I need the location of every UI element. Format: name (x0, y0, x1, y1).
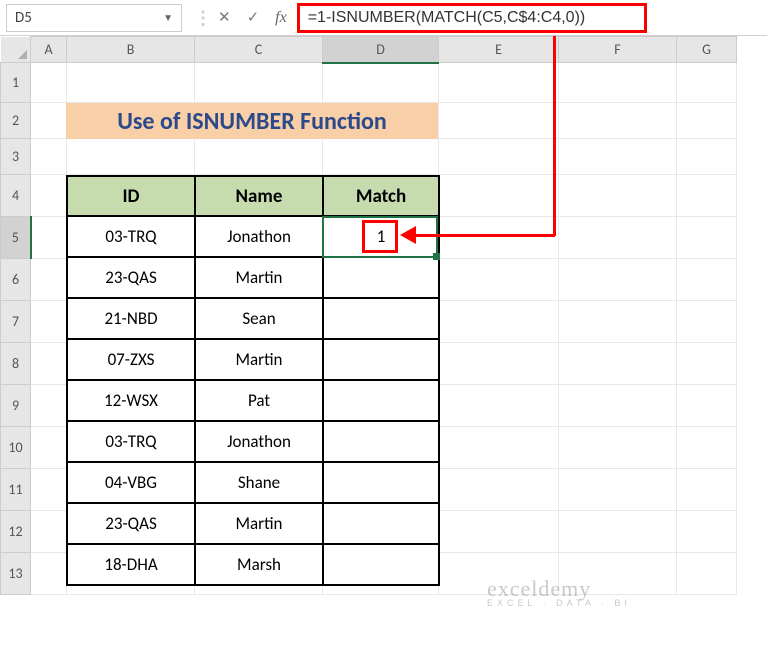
row-header-13[interactable]: 13 (1, 553, 31, 595)
row-header-7[interactable]: 7 (1, 301, 31, 343)
select-all-corner[interactable] (1, 37, 31, 63)
table-row: 03-TRQJonathon1 (67, 216, 439, 257)
watermark-sub: EXCEL · DATA · BI (487, 598, 631, 608)
table-row: 21-NBDSean (67, 298, 439, 339)
separator-icon: ⋮ (194, 7, 212, 29)
col-header-G[interactable]: G (677, 37, 737, 63)
col-header-F[interactable]: F (559, 37, 677, 63)
arrow-left-icon (400, 226, 416, 244)
row-header-8[interactable]: 8 (1, 343, 31, 385)
enter-icon[interactable]: ✓ (247, 8, 260, 27)
table-row: 23-QASMartin (67, 257, 439, 298)
row-header-3[interactable]: 3 (1, 139, 31, 175)
col-header-B[interactable]: B (67, 37, 195, 63)
table-row: 04-VBGShane (67, 462, 439, 503)
table-row: 18-DHAMarsh (67, 544, 439, 585)
table-row: 23-QASMartin (67, 503, 439, 544)
row-header-5[interactable]: 5 (1, 217, 31, 259)
formula-input[interactable]: =1-ISNUMBER(MATCH(C5,C$4:C4,0)) (297, 3, 647, 33)
row-header-11[interactable]: 11 (1, 469, 31, 511)
table-row: 03-TRQJonathon (67, 421, 439, 462)
col-header-E[interactable]: E (439, 37, 559, 63)
name-box[interactable]: D5 ▼ (6, 4, 182, 32)
table-header-name[interactable]: Name (195, 176, 323, 216)
formula-bar: D5 ▼ ⋮ ✕ ✓ fx =1-ISNUMBER(MATCH(C5,C$4:C… (0, 0, 767, 36)
table-header-match[interactable]: Match (323, 176, 439, 216)
col-header-A[interactable]: A (31, 37, 67, 63)
callout-connector-v (553, 36, 556, 236)
row-header-6[interactable]: 6 (1, 259, 31, 301)
row-header-12[interactable]: 12 (1, 511, 31, 553)
fx-icon[interactable]: fx (275, 9, 287, 27)
col-header-C[interactable]: C (195, 37, 323, 63)
chevron-down-icon[interactable]: ▼ (163, 11, 173, 24)
callout-connector-h (414, 234, 555, 237)
data-table: ID Name Match 03-TRQJonathon1 23-QASMart… (66, 175, 440, 586)
table-header-id[interactable]: ID (67, 176, 195, 216)
cancel-icon[interactable]: ✕ (218, 8, 231, 27)
col-header-D[interactable]: D (323, 37, 439, 63)
row-header-10[interactable]: 10 (1, 427, 31, 469)
sheet-area: A B C D E F G 1 2 3 4 5 6 7 8 9 10 11 12… (0, 36, 767, 595)
table-row: 07-ZXSMartin (67, 339, 439, 380)
row-header-9[interactable]: 9 (1, 385, 31, 427)
row-header-2[interactable]: 2 (1, 103, 31, 139)
row-header-1[interactable]: 1 (1, 63, 31, 103)
page-title: Use of ISNUMBER Function (66, 103, 438, 139)
formula-bar-buttons: ✕ ✓ fx (218, 8, 287, 27)
name-box-value: D5 (15, 9, 163, 27)
table-row: 12-WSXPat (67, 380, 439, 421)
formula-input-wrap: =1-ISNUMBER(MATCH(C5,C$4:C4,0)) (297, 0, 767, 35)
row-header-4[interactable]: 4 (1, 175, 31, 217)
